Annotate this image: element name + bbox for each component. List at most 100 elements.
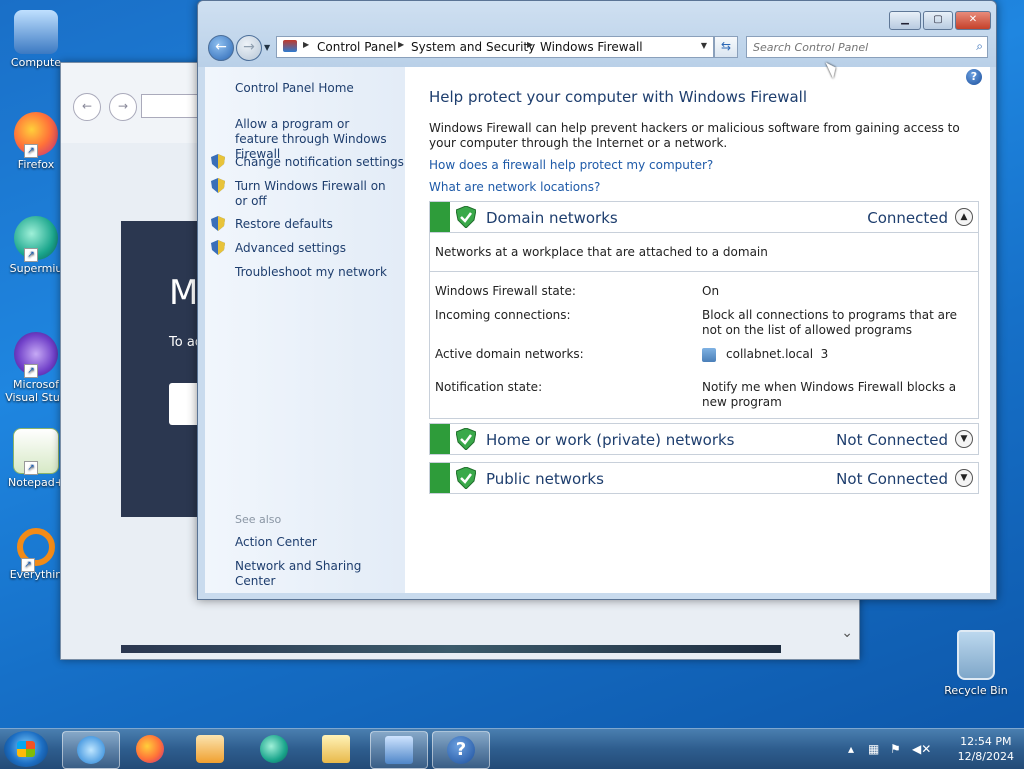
desktop-icon-label: Supermiu (9, 262, 63, 275)
detail-value: On (702, 284, 720, 298)
network-description: Networks at a workplace that are attache… (430, 232, 978, 271)
turn-firewall-on-off-link[interactable]: Turn Windows Firewall on or off (235, 179, 395, 209)
taskbar-media-player[interactable] (182, 731, 238, 767)
detail-label: Incoming connections: (435, 308, 571, 322)
public-networks-panel[interactable]: Public networks Not Connected ▼ (429, 462, 979, 494)
see-also-heading: See also (235, 513, 282, 526)
breadcrumb-separator-icon[interactable]: ▶ (398, 40, 404, 49)
search-box[interactable]: ⌕ (746, 36, 988, 58)
desktop-icon-supermium[interactable]: ↗ Supermiu (4, 216, 68, 275)
uac-shield-icon (211, 240, 225, 255)
network-icon[interactable]: ▦ (868, 742, 879, 756)
action-center-flag-icon[interactable]: ⚑ (890, 742, 901, 756)
help-icon: ? (447, 736, 475, 764)
desktop-icon-label: Microsof Visual Stud (5, 378, 67, 404)
breadcrumb-control-panel[interactable]: Control Panel (317, 40, 397, 54)
network-state: Not Connected (836, 431, 948, 449)
private-networks-header[interactable]: Home or work (private) networks Not Conn… (430, 424, 978, 454)
breadcrumb-separator-icon[interactable]: ▶ (303, 40, 309, 49)
search-input[interactable] (751, 39, 965, 55)
page-image-strip (121, 645, 781, 653)
show-hidden-icons-icon[interactable]: ▴ (848, 742, 854, 756)
forward-icon[interactable]: → (109, 93, 137, 121)
desktop-icon-firefox[interactable]: ↗ Firefox (4, 112, 68, 171)
refresh-button[interactable]: ⇆ (714, 36, 738, 58)
detail-label: Active domain networks: (435, 347, 584, 361)
start-button[interactable] (4, 731, 48, 767)
public-networks-header[interactable]: Public networks Not Connected ▼ (430, 463, 978, 493)
taskbar-supermium[interactable] (246, 731, 302, 767)
desktop-icon-visual-studio[interactable]: ↗ Microsof Visual Stud (4, 332, 68, 404)
computer-icon (14, 10, 58, 54)
detail-value-row: collabnet.local 3 (702, 347, 972, 362)
taskbar-explorer[interactable] (308, 731, 364, 767)
title-bar: ▁ ▢ ✕ ← → ▼ ▶ Control Panel ▶ System and… (198, 1, 996, 67)
green-shield-check-icon (456, 467, 476, 489)
volume-muted-icon[interactable]: ◀✕ (912, 742, 931, 756)
desktop-icon-label: Recycle Bin (944, 684, 1008, 697)
action-center-link[interactable]: Action Center (235, 535, 317, 550)
uac-shield-icon (211, 154, 225, 169)
breadcrumb-separator-icon[interactable]: ▶ (527, 40, 533, 49)
desktop-icon-notepadpp[interactable]: ↗ Notepad+ (4, 428, 68, 489)
troubleshoot-network-link[interactable]: Troubleshoot my network (235, 265, 387, 280)
change-notification-settings-link[interactable]: Change notification settings (235, 155, 404, 170)
control-panel-icon (385, 736, 413, 764)
maximize-button[interactable]: ▢ (923, 11, 953, 30)
detail-label: Windows Firewall state: (435, 284, 576, 298)
chevron-down-icon[interactable]: ⌄ (841, 625, 853, 641)
clock-date: 12/8/2024 (957, 750, 1014, 763)
chevron-down-icon[interactable]: ▼ (955, 430, 973, 448)
desktop-icon-everything[interactable]: ↗ Everythin (4, 528, 68, 581)
close-button[interactable]: ✕ (955, 11, 991, 30)
recent-pages-dropdown[interactable]: ▼ (264, 43, 270, 52)
desktop-icon-computer[interactable]: Compute (4, 10, 68, 69)
network-sharing-center-link[interactable]: Network and Sharing Center (235, 559, 405, 589)
firefox-icon: ↗ (14, 112, 58, 158)
address-bar[interactable]: ▶ Control Panel ▶ System and Security ▶ … (276, 36, 714, 58)
uac-shield-icon (211, 178, 225, 193)
intro-text: Windows Firewall can help prevent hacker… (429, 121, 960, 150)
taskbar-firefox[interactable] (122, 731, 178, 767)
supermium-icon (260, 735, 288, 763)
chevron-up-icon[interactable]: ▲ (955, 208, 973, 226)
detail-value: collabnet.local 3 (726, 347, 829, 361)
taskbar-help[interactable]: ? (432, 731, 490, 769)
domain-networks-header[interactable]: Domain networks Connected ▲ (430, 202, 978, 232)
control-panel-icon (283, 40, 297, 52)
back-button[interactable]: ← (208, 35, 234, 61)
minimize-button[interactable]: ▁ (889, 11, 921, 30)
chevron-down-icon[interactable]: ▼ (955, 469, 973, 487)
control-panel-home-link[interactable]: Control Panel Home (235, 81, 354, 96)
network-name: Home or work (private) networks (486, 431, 735, 449)
notepadpp-icon: ↗ (13, 428, 59, 475)
network-locations-link[interactable]: What are network locations? (429, 180, 600, 194)
desktop-icon-label: Firefox (17, 158, 55, 171)
firewall-help-link[interactable]: How does a firewall help protect my comp… (429, 158, 713, 172)
taskbar-control-panel[interactable] (370, 731, 428, 769)
private-networks-panel[interactable]: Home or work (private) networks Not Conn… (429, 423, 979, 455)
help-icon[interactable]: ? (966, 69, 982, 85)
domain-network-icon (702, 347, 716, 362)
address-dropdown-icon[interactable]: ▼ (701, 41, 707, 50)
desktop-icon-recycle-bin[interactable]: Recycle Bin (942, 630, 1010, 697)
breadcrumb-system-security[interactable]: System and Security (411, 40, 535, 54)
detail-label: Notification state: (435, 380, 543, 394)
media-player-icon (196, 735, 224, 763)
taskbar-ie[interactable] (62, 731, 120, 769)
search-icon[interactable]: ⌕ (976, 39, 983, 54)
clock[interactable]: 12:54 PM 12/8/2024 (958, 734, 1014, 764)
desktop-icon-label: Notepad+ (8, 476, 64, 489)
advanced-settings-link[interactable]: Advanced settings (235, 241, 346, 256)
visual-studio-icon: ↗ (14, 332, 58, 378)
internet-explorer-icon (77, 736, 105, 764)
network-state: Connected (867, 209, 948, 227)
breadcrumb-windows-firewall[interactable]: Windows Firewall (540, 40, 643, 54)
restore-defaults-link[interactable]: Restore defaults (235, 217, 333, 232)
back-icon[interactable]: ← (73, 93, 101, 121)
status-color-bar (430, 424, 450, 454)
banner-heading: M (169, 273, 199, 313)
status-color-bar (430, 463, 450, 493)
forward-button[interactable]: → (236, 35, 262, 61)
page-title: Help protect your computer with Windows … (429, 88, 807, 106)
